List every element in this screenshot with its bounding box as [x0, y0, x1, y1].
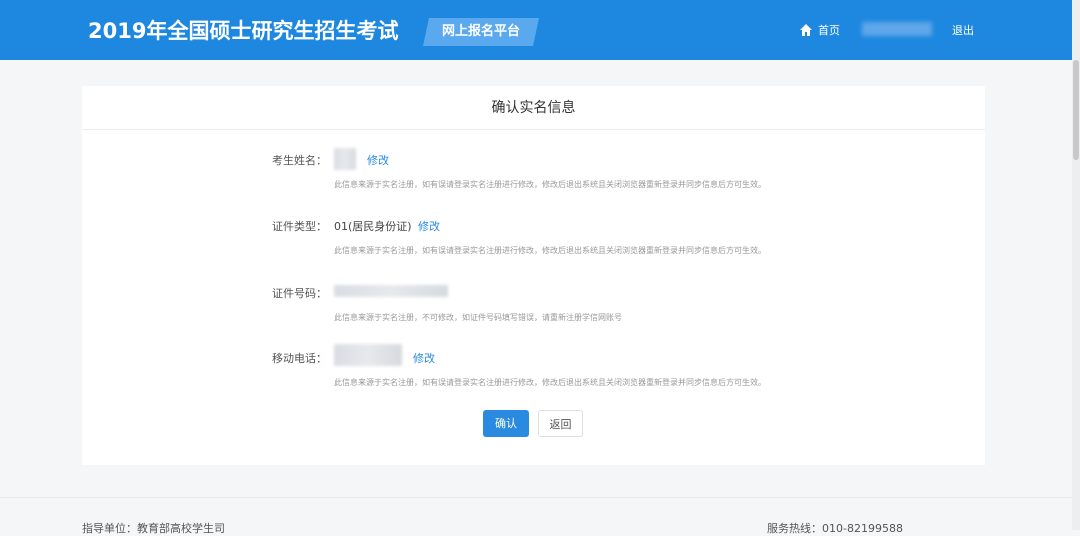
row-label: 移动电话：	[272, 352, 327, 365]
row-note: 此信息来源于实名注册，如有误请登录实名注册进行修改，修改后退出系统且关闭浏览器重…	[334, 378, 766, 387]
id-number-redacted	[334, 285, 448, 297]
back-button[interactable]: 返回	[538, 410, 583, 437]
name-redacted	[334, 148, 356, 170]
top-header: 2019年全国硕士研究生招生考试 网上报名平台 首页 退出	[0, 0, 1072, 60]
confirm-card: 确认实名信息 考生姓名： 修改 此信息来源于实名注册，如有误请登录实名注册进行修…	[82, 86, 985, 465]
card-title: 确认实名信息	[82, 86, 985, 130]
site-title: 2019年全国硕士研究生招生考试	[88, 19, 399, 43]
id-type-value: 01(居民身份证)	[334, 220, 412, 233]
confirm-button[interactable]: 确认	[483, 410, 529, 437]
home-icon[interactable]	[800, 24, 812, 36]
logout-link[interactable]: 退出	[952, 22, 974, 38]
row-label: 证件号码：	[272, 287, 327, 300]
scrollbar-thumb[interactable]	[1073, 60, 1079, 160]
scrollbar[interactable]	[1072, 0, 1080, 530]
edit-name-link[interactable]: 修改	[367, 152, 389, 168]
footer-hotline: 服务热线：010-82199588	[767, 522, 903, 535]
home-link[interactable]: 首页	[818, 22, 840, 38]
edit-id-type-link[interactable]: 修改	[418, 218, 440, 234]
row-note: 此信息来源于实名注册，不可修改，如证件号码填写错误，请重新注册学信网账号	[334, 313, 622, 322]
platform-badge-label: 网上报名平台	[441, 24, 520, 39]
row-label: 证件类型：	[272, 220, 327, 233]
footer-organizer: 指导单位：教育部高校学生司	[82, 522, 225, 535]
row-note: 此信息来源于实名注册，如有误请登录实名注册进行修改，修改后退出系统且关闭浏览器重…	[334, 246, 766, 255]
phone-redacted	[334, 344, 402, 366]
footer: 指导单位：教育部高校学生司 服务热线：010-82199588	[0, 497, 1072, 535]
platform-badge: 网上报名平台	[423, 18, 539, 46]
edit-phone-link[interactable]: 修改	[413, 350, 435, 366]
username-redacted	[862, 22, 932, 36]
row-label: 考生姓名：	[272, 154, 327, 167]
row-note: 此信息来源于实名注册，如有误请登录实名注册进行修改，修改后退出系统且关闭浏览器重…	[334, 180, 766, 189]
